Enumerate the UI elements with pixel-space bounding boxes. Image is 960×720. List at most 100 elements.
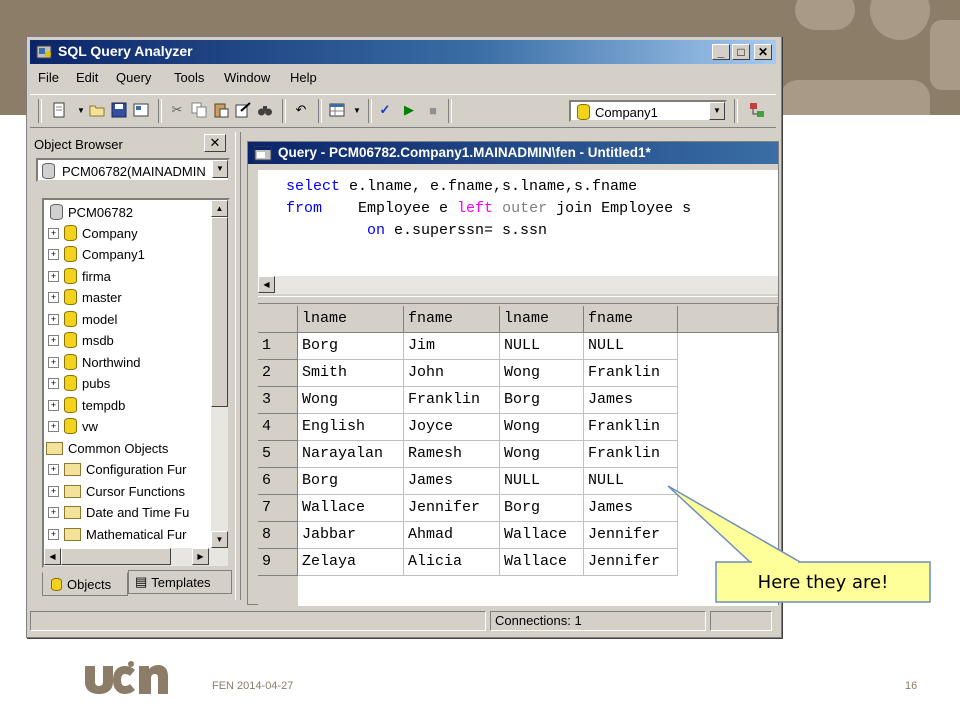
scroll-right-icon[interactable]: ▶ [192,548,209,565]
row-number[interactable]: 5 [258,441,298,468]
row-number[interactable]: 3 [258,387,298,414]
expand-icon[interactable]: + [48,463,59,475]
grid-cell[interactable]: Jennifer [584,549,678,576]
new-query-icon[interactable] [50,101,68,119]
tree-item-folder[interactable]: + Mathematical Fur [48,524,186,544]
close-button[interactable]: ✕ [754,44,772,60]
tree-item-database[interactable]: + msdb [48,330,114,350]
tree-item-database[interactable]: + firma [48,266,111,286]
grid-cell[interactable]: NULL [500,333,584,360]
expand-icon[interactable]: + [48,485,59,497]
panel-splitter[interactable] [235,132,241,600]
grid-cell[interactable]: NULL [584,468,678,495]
grid-cell[interactable]: Franklin [584,414,678,441]
row-number[interactable]: 8 [258,522,298,549]
column-header[interactable]: lname [298,306,404,333]
minimize-button[interactable]: _ [712,44,730,60]
tree-vertical-scrollbar[interactable]: ▲ ▼ [211,200,228,548]
tree-item-folder[interactable]: + Cursor Functions [48,481,185,501]
query-window-titlebar[interactable]: Query - PCM06782.Company1.MAINADMIN\fen … [248,142,778,164]
menu-tools[interactable]: Tools [174,70,204,85]
menu-file[interactable]: File [38,70,59,85]
expand-icon[interactable]: + [48,399,59,411]
row-number[interactable]: 2 [258,360,298,387]
tree-item-database[interactable]: + pubs [48,373,110,393]
chevron-down-icon[interactable]: ▼ [348,101,366,119]
menu-help[interactable]: Help [290,70,317,85]
grid-cell[interactable]: Smith [298,360,404,387]
grid-cell[interactable]: Narayalan [298,441,404,468]
row-number[interactable]: 1 [258,333,298,360]
tree-item-database[interactable]: + Company [48,223,138,243]
grid-cell[interactable]: James [584,495,678,522]
database-select[interactable]: Company1 ▼ [569,100,727,122]
row-number[interactable]: 4 [258,414,298,441]
tree-item-folder[interactable]: + Configuration Fur [48,459,186,479]
editor-horizontal-scrollbar[interactable]: ◀ [258,276,778,294]
grid-cell[interactable]: Franklin [584,441,678,468]
expand-icon[interactable]: + [48,227,59,239]
scroll-left-icon[interactable]: ◀ [258,276,275,293]
open-icon[interactable] [88,101,106,119]
chevron-down-icon[interactable]: ▼ [709,102,725,120]
grid-cell[interactable]: Borg [500,495,584,522]
grid-cell[interactable]: Borg [298,468,404,495]
grid-cell[interactable]: Wong [500,441,584,468]
grid-cell[interactable]: Borg [500,387,584,414]
grid-cell[interactable]: Wallace [500,549,584,576]
menu-query[interactable]: Query [116,70,151,85]
tree-item-database[interactable]: + master [48,287,122,307]
expand-icon[interactable]: + [48,356,59,368]
object-browser-close-button[interactable]: ✕ [204,134,226,152]
object-tree[interactable]: PCM06782 + Company + Company1 + firma + mast… [42,198,230,568]
tree-item-folder[interactable]: + Date and Time Fu [48,502,189,522]
grid-cell[interactable]: Joyce [404,414,500,441]
grid-cell[interactable]: Wallace [500,522,584,549]
column-header[interactable]: fname [584,306,678,333]
results-splitter[interactable] [258,296,778,304]
grid-cell[interactable]: Ahmad [404,522,500,549]
expand-icon[interactable]: + [48,248,59,260]
paste-icon[interactable] [212,101,230,119]
column-header[interactable]: fname [404,306,500,333]
expand-icon[interactable]: + [48,506,59,518]
scroll-up-icon[interactable]: ▲ [211,200,228,217]
cut-icon[interactable]: ✂ [168,101,186,119]
scroll-thumb[interactable] [211,217,228,407]
grid-cell[interactable]: Alicia [404,549,500,576]
scroll-left-icon[interactable]: ◀ [44,548,61,565]
grid-cell[interactable]: Zelaya [298,549,404,576]
grid-cell[interactable]: Borg [298,333,404,360]
menu-edit[interactable]: Edit [76,70,98,85]
grid-cell[interactable]: James [584,387,678,414]
grid-cell[interactable]: NULL [500,468,584,495]
expand-icon[interactable]: + [48,377,59,389]
tree-item-database[interactable]: + tempdb [48,395,125,415]
row-number[interactable]: 7 [258,495,298,522]
expand-icon[interactable]: + [48,528,59,540]
tree-root[interactable]: PCM06782 [48,202,133,222]
clear-window-icon[interactable] [234,101,252,119]
grid-cell[interactable]: English [298,414,404,441]
grid-cell[interactable]: Jennifer [584,522,678,549]
find-icon[interactable] [256,101,274,119]
grid-cell[interactable]: Franklin [584,360,678,387]
tree-item-common-objects[interactable]: Common Objects [44,438,168,458]
results-grid[interactable]: lname fname lname fname 1 Borg Jim NULL NULL 2 Smi… [258,306,778,606]
scroll-down-icon[interactable]: ▼ [211,531,228,548]
grid-cell[interactable]: Jabbar [298,522,404,549]
scroll-thumb[interactable] [61,548,171,565]
save-icon[interactable] [110,101,128,119]
results-mode-icon[interactable] [328,101,346,119]
menu-window[interactable]: Window [224,70,270,85]
sql-editor[interactable]: select e.lname, e.fname,s.lname,s.fname … [258,170,778,276]
parse-icon[interactable]: ✓ [376,101,394,119]
tab-objects[interactable]: Objects [42,572,128,596]
window-titlebar[interactable]: SQL Query Analyzer _ □ ✕ [30,40,776,64]
expand-icon[interactable]: + [48,420,59,432]
execute-icon[interactable]: ▶ [400,101,418,119]
grid-cell[interactable]: NULL [584,333,678,360]
grid-cell[interactable]: Wallace [298,495,404,522]
row-number[interactable]: 6 [258,468,298,495]
tree-item-database[interactable]: + Northwind [48,352,141,372]
